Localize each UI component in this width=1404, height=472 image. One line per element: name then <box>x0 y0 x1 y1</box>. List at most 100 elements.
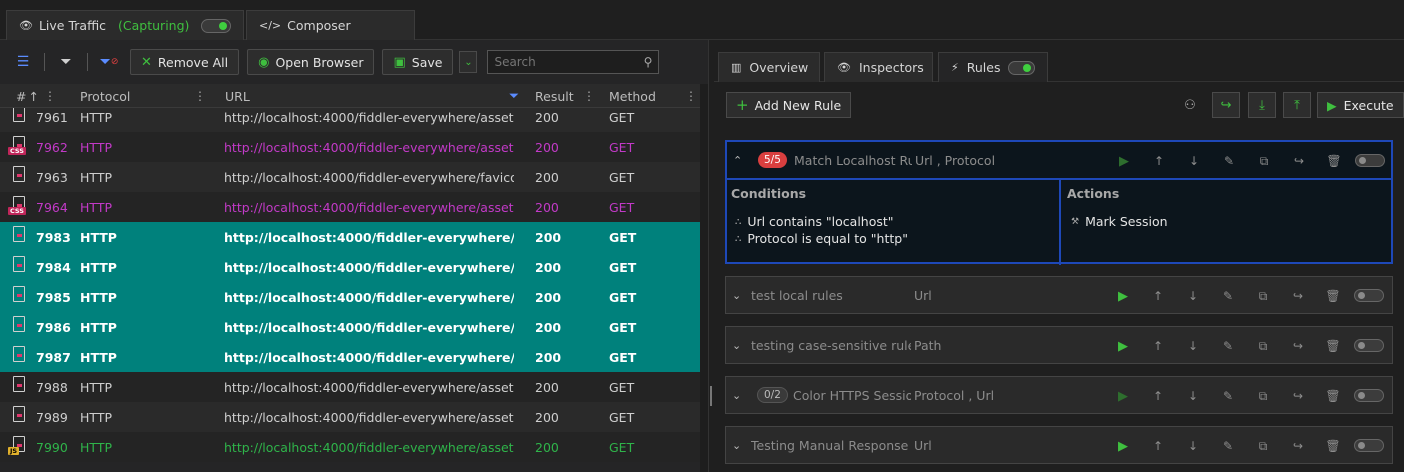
table-row[interactable]: 7986 HTTP http://localhost:4000/fiddler-… <box>0 312 700 342</box>
pencil-icon[interactable]: ✎ <box>1220 438 1236 454</box>
play-icon[interactable]: ▶ <box>1116 153 1132 169</box>
copy-icon[interactable]: ⧉ <box>1255 288 1271 304</box>
remove-all-button[interactable]: ✕ Remove All <box>130 49 240 75</box>
rule-header[interactable]: ⌃ 5/5 Match Localhost Rul Url , Protocol… <box>727 142 1391 178</box>
table-row[interactable]: CSS 7964 HTTP http://localhost:4000/fidd… <box>0 192 700 222</box>
tab-live-traffic[interactable]: 👁 Live Traffic (Capturing) <box>6 10 244 40</box>
column-menu-icon[interactable]: ⋮ <box>44 89 56 103</box>
rule-item[interactable]: ⌄ 0/2 Color HTTPS Session Protocol , Url… <box>725 376 1393 414</box>
play-icon[interactable]: ▶ <box>1115 338 1131 354</box>
share-icon[interactable]: ↪ <box>1290 288 1306 304</box>
clear-filter-icon[interactable]: ⏷ ⊘ <box>96 49 122 75</box>
rule-header[interactable]: ⌄ testing case-sensitive rule Path ▶ ↑ ↓… <box>726 327 1392 363</box>
open-browser-button[interactable]: ◉ Open Browser <box>247 49 375 75</box>
table-row[interactable]: 7961 HTTP http://localhost:4000/fiddler-… <box>0 108 700 132</box>
table-row[interactable]: 7963 HTTP http://localhost:4000/fiddler-… <box>0 162 700 192</box>
pencil-icon[interactable]: ✎ <box>1220 338 1236 354</box>
column-header-url[interactable]: URL ⏷ <box>225 84 525 108</box>
table-row[interactable]: 7983 HTTP http://localhost:4000/fiddler-… <box>0 222 700 252</box>
pencil-icon[interactable]: ✎ <box>1221 153 1237 169</box>
copy-icon[interactable]: ⧉ <box>1255 388 1271 404</box>
copy-icon[interactable]: ⧉ <box>1255 338 1271 354</box>
pencil-icon[interactable]: ✎ <box>1220 288 1236 304</box>
play-icon[interactable]: ▶ <box>1115 288 1131 304</box>
table-row[interactable]: CSS 7962 HTTP http://localhost:4000/fidd… <box>0 132 700 162</box>
rule-toggle[interactable] <box>1354 289 1384 302</box>
tab-inspectors[interactable]: 👁 Inspectors <box>824 52 933 82</box>
arrow-up-icon[interactable]: ↑ <box>1150 388 1166 404</box>
copy-icon[interactable]: ⧉ <box>1255 438 1271 454</box>
play-icon[interactable]: ▶ <box>1115 438 1131 454</box>
rules-toggle[interactable] <box>1008 60 1035 75</box>
rule-toggle[interactable] <box>1354 439 1384 452</box>
arrow-down-icon[interactable]: ↓ <box>1186 153 1202 169</box>
rule-header[interactable]: ⌄ test local rules Url ▶ ↑ ↓ ✎ ⧉ ↪ 🗑 <box>726 277 1392 313</box>
table-row[interactable]: 7984 HTTP http://localhost:4000/fiddler-… <box>0 252 700 282</box>
copy-icon[interactable]: ⧉ <box>1256 153 1272 169</box>
arrow-up-icon[interactable]: ↑ <box>1150 338 1166 354</box>
arrow-down-icon[interactable]: ↓ <box>1185 388 1201 404</box>
trash-icon[interactable]: 🗑 <box>1325 438 1341 454</box>
tab-overview[interactable]: ▥ Overview <box>718 52 820 82</box>
column-menu-icon[interactable]: ⋮ <box>685 89 697 103</box>
chevron-down-icon[interactable]: ⌄ <box>732 427 741 463</box>
rule-item[interactable]: ⌃ 5/5 Match Localhost Rul Url , Protocol… <box>725 140 1393 265</box>
save-options-dropdown[interactable]: ⌄ <box>459 51 478 73</box>
column-menu-icon[interactable]: ⋮ <box>583 89 595 103</box>
rule-item[interactable]: ⌄ testing case-sensitive rule Path ▶ ↑ ↓… <box>725 326 1393 364</box>
download-icon[interactable]: ⤓ <box>1248 92 1276 118</box>
rule-toggle[interactable] <box>1354 389 1384 402</box>
filter-icon[interactable]: ⏷ <box>53 49 79 75</box>
share-icon[interactable]: ↪ <box>1290 438 1306 454</box>
trash-icon[interactable]: 🗑 <box>1326 153 1342 169</box>
arrow-down-icon[interactable]: ↓ <box>1185 338 1201 354</box>
table-row[interactable]: 7988 HTTP http://localhost:4000/fiddler-… <box>0 372 700 402</box>
share-icon[interactable]: ↪ <box>1290 388 1306 404</box>
trash-icon[interactable]: 🗑 <box>1325 388 1341 404</box>
rule-toggle[interactable] <box>1354 339 1384 352</box>
arrow-up-icon[interactable]: ↑ <box>1150 288 1166 304</box>
chevron-down-icon[interactable]: ⌄ <box>732 377 741 413</box>
column-header-result[interactable]: Result ⋮ <box>535 84 595 108</box>
share-icon[interactable]: ↪ <box>1290 338 1306 354</box>
column-menu-icon[interactable]: ⋮ <box>194 89 206 103</box>
tab-composer[interactable]: </> Composer <box>246 10 415 40</box>
column-header-number[interactable]: # ↑ ⋮ <box>16 84 62 108</box>
save-button[interactable]: ▣ Save <box>382 49 454 75</box>
arrow-up-icon[interactable]: ↑ <box>1150 438 1166 454</box>
column-header-protocol[interactable]: Protocol ⋮ <box>80 84 210 108</box>
table-row[interactable]: 7989 HTTP http://localhost:4000/fiddler-… <box>0 402 700 432</box>
trash-icon[interactable]: 🗑 <box>1325 338 1341 354</box>
rule-header[interactable]: ⌄ 0/2 Color HTTPS Session Protocol , Url… <box>726 377 1392 413</box>
table-row[interactable]: 7987 HTTP http://localhost:4000/fiddler-… <box>0 342 700 372</box>
chevron-up-icon[interactable]: ⌃ <box>733 142 742 178</box>
table-row[interactable]: 7985 HTTP http://localhost:4000/fiddler-… <box>0 282 700 312</box>
column-filter-icon[interactable]: ⏷ <box>509 88 519 104</box>
users-icon[interactable]: ⚇ <box>1176 92 1204 118</box>
add-new-rule-button[interactable]: + Add New Rule <box>726 92 852 118</box>
search-input[interactable] <box>494 55 635 69</box>
sessions-scrollbar[interactable] <box>700 84 708 472</box>
share-icon[interactable]: ↪ <box>1291 153 1307 169</box>
table-row[interactable]: JS 7990 HTTP http://localhost:4000/fiddl… <box>0 432 700 462</box>
capture-toggle[interactable] <box>201 18 231 33</box>
trash-icon[interactable]: 🗑 <box>1325 288 1341 304</box>
arrow-down-icon[interactable]: ↓ <box>1185 288 1201 304</box>
chevron-down-icon[interactable]: ⌄ <box>732 327 741 363</box>
rule-item[interactable]: ⌄ Testing Manual Response a Url ▶ ↑ ↓ ✎ … <box>725 426 1393 464</box>
arrow-down-icon[interactable]: ↓ <box>1185 438 1201 454</box>
tab-rules[interactable]: ⚡ Rules <box>938 52 1048 82</box>
rule-header[interactable]: ⌄ Testing Manual Response a Url ▶ ↑ ↓ ✎ … <box>726 427 1392 463</box>
rule-toggle[interactable] <box>1355 154 1385 167</box>
rule-item[interactable]: ⌄ test local rules Url ▶ ↑ ↓ ✎ ⧉ ↪ 🗑 <box>725 276 1393 314</box>
share-icon[interactable]: ↪ <box>1212 92 1240 118</box>
upload-icon[interactable]: ⤒ <box>1283 92 1311 118</box>
arrow-up-icon[interactable]: ↑ <box>1151 153 1167 169</box>
chevron-down-icon[interactable]: ⌄ <box>732 277 741 313</box>
column-header-method[interactable]: Method ⋮ <box>609 84 697 108</box>
pencil-icon[interactable]: ✎ <box>1220 388 1236 404</box>
execute-button[interactable]: ▶ Execute <box>1317 92 1404 118</box>
columns-menu-icon[interactable]: ☰ <box>10 49 36 75</box>
play-icon[interactable]: ▶ <box>1115 388 1131 404</box>
search-box[interactable]: ⚲ <box>487 50 660 74</box>
